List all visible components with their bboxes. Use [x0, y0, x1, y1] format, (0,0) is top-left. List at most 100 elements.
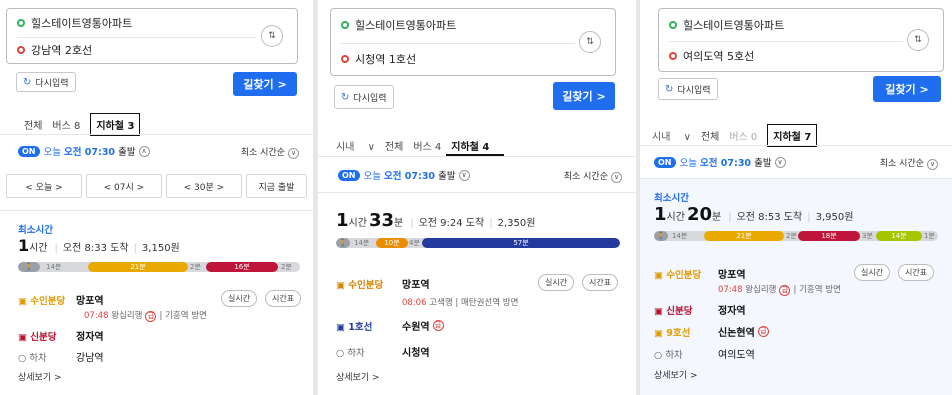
tab-all[interactable]: 전체: [24, 117, 42, 132]
tab-subway[interactable]: 지하철 4: [451, 138, 489, 153]
reset-button[interactable]: ↻ 다시입력: [16, 72, 76, 92]
departure-day: 오늘: [679, 158, 697, 169]
timetable-button[interactable]: 시간표: [898, 264, 935, 281]
subway-icon: ▣ 수인분당: [654, 269, 702, 281]
area-label: 시내: [336, 142, 355, 153]
total-time: 1 시간 | 오전 8:33 도착 | 3,150원: [18, 236, 180, 255]
subway-icon: ▣ 수인분당: [336, 279, 384, 291]
train-time: 07:48: [84, 311, 109, 321]
depart-now-button[interactable]: 지금 출발: [245, 174, 308, 198]
search-route-button[interactable]: 길찾기 >: [873, 76, 941, 102]
alight-icon: ○ 하차: [336, 347, 365, 359]
reset-button[interactable]: ↻ 다시입력: [334, 85, 394, 109]
arrival-time: 오전 8:53 도착: [736, 212, 803, 223]
area-label: 시내: [652, 132, 671, 143]
tab-bus[interactable]: 버스 8: [52, 117, 80, 132]
departure-day: 오늘: [43, 147, 61, 158]
reset-button[interactable]: ↻ 다시입력: [658, 78, 718, 100]
details-link[interactable]: 상세보기 >: [336, 370, 380, 383]
walk-duration: 14분: [672, 232, 688, 240]
subway-icon: ▣ 9호선: [654, 327, 691, 339]
swap-icon[interactable]: ⇅: [261, 25, 283, 47]
origin-dot-icon: [17, 19, 25, 27]
tab-bus[interactable]: 버스 4: [413, 138, 441, 153]
timeline-bar: 🚶 14분 10분 4분 57분: [336, 238, 620, 248]
station-name: 망포역: [718, 270, 746, 281]
chevron-down-icon: ∨: [288, 148, 299, 159]
origin-field[interactable]: 힐스테이트영통아파트: [669, 17, 784, 33]
departure-day: 오늘: [363, 171, 381, 182]
hour-picker[interactable]: < 07시 >: [85, 174, 162, 198]
swap-icon[interactable]: ⇅: [579, 31, 601, 53]
sort-select[interactable]: 최소 시간순 ∨: [241, 145, 299, 159]
minutes-unit: 분: [712, 212, 722, 223]
chevron-down-icon[interactable]: ∨: [774, 156, 786, 168]
express-icon: 급: [145, 311, 157, 322]
tab-all[interactable]: 전체: [385, 138, 403, 153]
line-name: 신분당: [666, 305, 693, 317]
origin-field[interactable]: 힐스테이트영통아파트: [341, 17, 456, 33]
sort-label: 최소 시간순: [563, 172, 608, 182]
subway-icon: ▣ 신분당: [18, 331, 57, 343]
transfer-duration: 4분: [409, 239, 420, 247]
destination-field[interactable]: 시청역 1호선: [341, 51, 416, 67]
tab-subway[interactable]: 지하철 7: [767, 124, 818, 147]
alight-label: 하차: [29, 352, 47, 364]
step-board: ▣ 수인분당 망포역: [18, 292, 104, 308]
step-alight: ○ 하차 시청역: [336, 344, 430, 360]
hours-value: 1: [18, 236, 30, 255]
origin-dot-icon: [341, 21, 349, 29]
details-link[interactable]: 상세보기 >: [18, 370, 62, 383]
origin-field[interactable]: 힐스테이트영통아파트: [17, 15, 132, 31]
timetable-button[interactable]: 시간표: [265, 290, 302, 307]
divider: [0, 134, 313, 135]
station-name: 정자역: [718, 306, 746, 317]
arrival-time: 오전 8:33 도착: [62, 243, 129, 254]
tab-bus[interactable]: 버스 0: [729, 128, 757, 143]
details-link[interactable]: 상세보기 >: [654, 368, 698, 381]
step-transfer: ▣ 신분당 정자역: [654, 302, 746, 318]
swap-icon[interactable]: ⇅: [907, 29, 929, 51]
hours-value: 1: [336, 210, 349, 231]
realtime-button[interactable]: 실시간: [221, 290, 258, 307]
express-icon: 급: [757, 326, 769, 337]
walk-segment: 🚶: [336, 238, 350, 248]
search-route-button[interactable]: 길찾기 >: [233, 72, 297, 96]
time-picker: < 오늘 > < 07시 > < 30분 > 지금 출발: [6, 174, 308, 198]
chevron-down-icon: ∨: [927, 159, 938, 170]
timetable-button[interactable]: 시간표: [582, 274, 619, 291]
tab-subway[interactable]: 지하철 3: [90, 113, 141, 136]
min-time-label: 최소시간: [654, 193, 689, 204]
sinbundang-segment: 16분: [206, 262, 278, 272]
realtime-button[interactable]: 실시간: [854, 264, 891, 281]
line-name: 신분당: [30, 331, 57, 343]
on-toggle[interactable]: ON: [18, 145, 40, 157]
departure-suffix: 출발: [118, 147, 136, 158]
train-dest: 왕십리행: [111, 311, 143, 321]
on-toggle[interactable]: ON: [338, 169, 360, 181]
line-name: 1호선: [348, 321, 373, 333]
suin-bundang-segment: 10분: [376, 238, 408, 248]
realtime-button[interactable]: 실시간: [538, 274, 575, 291]
origin-destination-box: 힐스테이트영통아파트 시청역 1호선 ⇅: [330, 8, 616, 76]
route-panel-3: 힐스테이트영통아파트 여의도역 5호선 ⇅ ↻ 다시입력 길찾기 > 시내 ∨ 전…: [640, 0, 952, 395]
origin-label: 힐스테이트영통아파트: [31, 17, 133, 30]
minute-picker[interactable]: < 30분 >: [165, 174, 242, 198]
tab-all[interactable]: 전체: [701, 128, 719, 143]
sort-select[interactable]: 최소 시간순 ∨: [564, 169, 622, 183]
sort-select[interactable]: 최소 시간순 ∨: [880, 156, 938, 170]
departure-time: 오전 07:30: [700, 158, 752, 169]
area-select[interactable]: 시내 ∨: [336, 138, 375, 153]
search-route-button[interactable]: 길찾기 >: [553, 82, 615, 110]
alight-label: 하차: [347, 347, 365, 359]
departure-suffix: 출발: [438, 171, 456, 182]
on-toggle[interactable]: ON: [654, 156, 676, 168]
destination-field[interactable]: 강남역 2호선: [17, 42, 92, 58]
day-picker[interactable]: < 오늘 >: [6, 174, 82, 198]
divider: [640, 145, 952, 146]
chevron-down-icon[interactable]: ∨: [458, 169, 470, 181]
destination-field[interactable]: 여의도역 5호선: [669, 48, 754, 64]
chevron-up-icon[interactable]: ∧: [138, 145, 150, 157]
area-select[interactable]: 시내 ∨: [652, 128, 691, 143]
reset-label: 다시입력: [677, 85, 711, 96]
